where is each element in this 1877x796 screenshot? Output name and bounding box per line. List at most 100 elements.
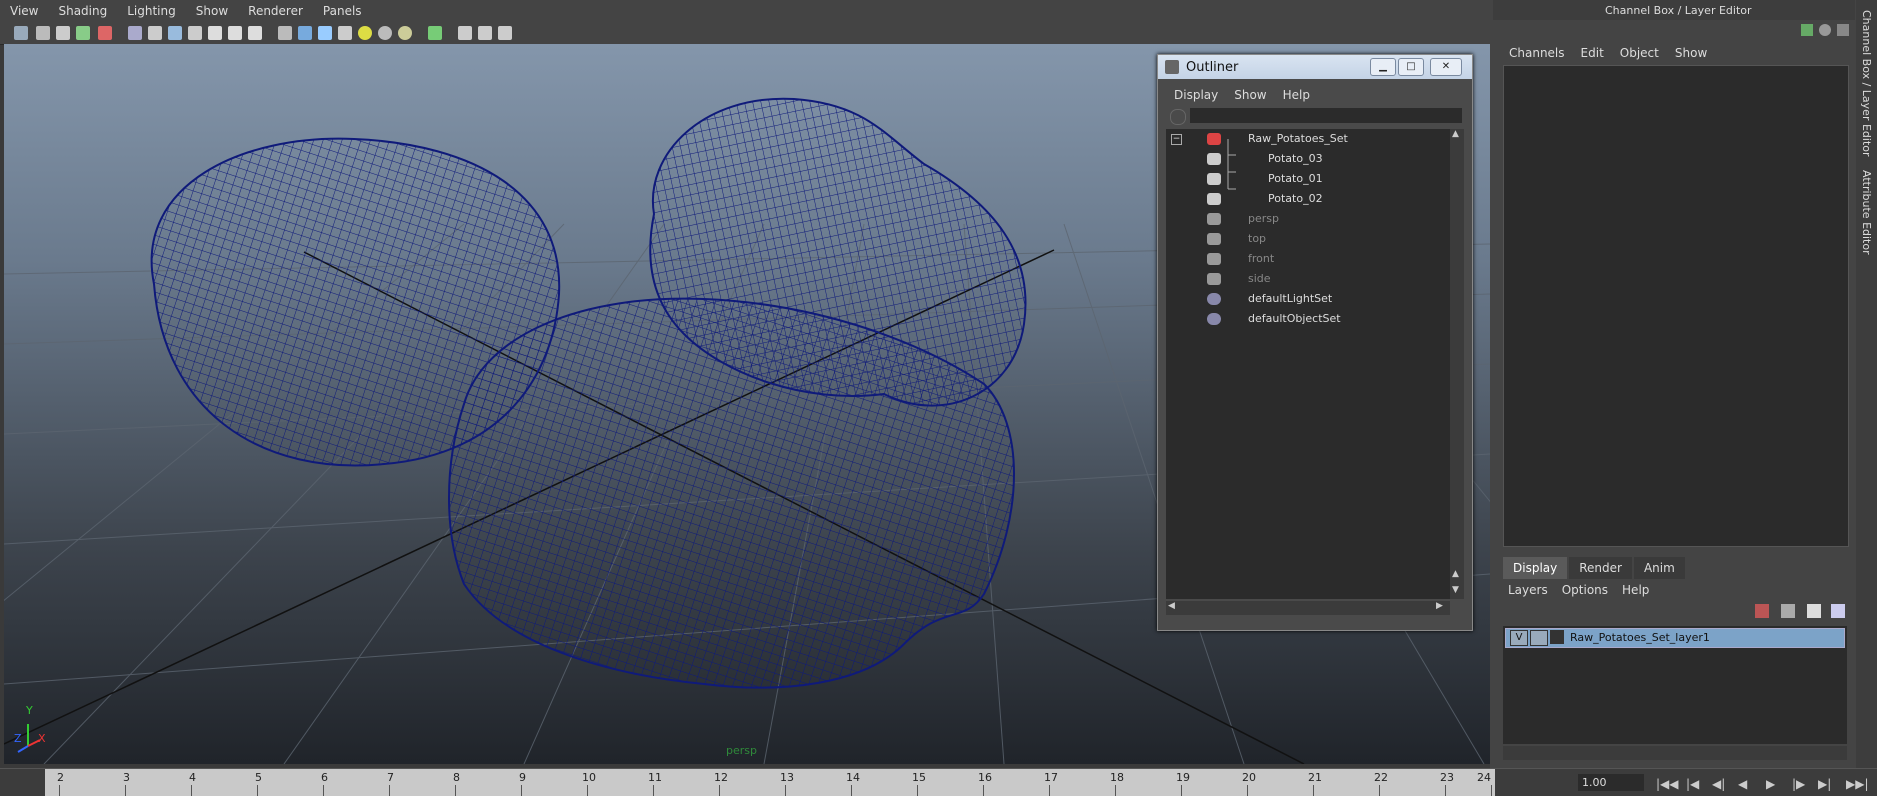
frame-tick: 16 <box>978 771 992 784</box>
frame-tick: 23 <box>1440 771 1454 784</box>
outliner-menu-help[interactable]: Help <box>1275 85 1318 105</box>
film-gate-icon[interactable] <box>148 26 162 40</box>
layer-visibility-toggle[interactable]: V <box>1510 630 1528 646</box>
mesh-icon <box>1207 193 1221 205</box>
safe-action-icon[interactable] <box>228 26 242 40</box>
ambient-occlusion-icon[interactable] <box>398 26 412 40</box>
layer-options-icon[interactable] <box>1831 604 1845 618</box>
step-back-frame-icon[interactable]: ◀| <box>1712 777 1725 791</box>
channel-box-icon[interactable] <box>1801 24 1813 36</box>
maximize-button[interactable]: □ <box>1398 58 1424 76</box>
use-all-lights-icon[interactable] <box>358 26 372 40</box>
two-d-pan-icon[interactable] <box>98 26 112 40</box>
tab-display[interactable]: Display <box>1503 557 1568 579</box>
go-to-end-icon[interactable]: ▶▶| <box>1846 777 1869 791</box>
menu-renderer[interactable]: Renderer <box>238 4 313 18</box>
potato-01-wireframe[interactable] <box>448 297 1015 689</box>
channel-box-panel: Channel Box / Layer Editor Channels Edit… <box>1493 0 1855 768</box>
gate-mask-icon[interactable] <box>188 26 202 40</box>
outliner-menu-show[interactable]: Show <box>1226 85 1274 105</box>
new-layer-icon[interactable] <box>1755 604 1769 618</box>
outliner-filter-input[interactable] <box>1190 108 1462 123</box>
scroll-left-icon[interactable]: ◀ <box>1168 601 1175 611</box>
camera-icon <box>1207 233 1221 245</box>
current-frame-field[interactable]: 1.00 <box>1578 774 1644 791</box>
field-chart-icon[interactable] <box>208 26 222 40</box>
frame-tick: 17 <box>1044 771 1058 784</box>
scroll-up-icon[interactable]: ▲ <box>1452 129 1459 139</box>
outliner-titlebar[interactable]: Outliner ▁ □ ✕ <box>1158 55 1472 79</box>
bookmark-icon[interactable] <box>56 26 70 40</box>
frame-tick: 22 <box>1374 771 1388 784</box>
outliner-app-icon <box>1165 60 1179 74</box>
play-forward-icon[interactable]: ▶ <box>1766 777 1775 791</box>
mesh-icon <box>1207 173 1221 185</box>
axis-z-label: Z <box>14 732 22 745</box>
menu-help[interactable]: Help <box>1615 581 1656 599</box>
attribute-icon[interactable] <box>1819 24 1831 36</box>
menu-view[interactable]: View <box>0 4 48 18</box>
resolution-gate-icon[interactable] <box>168 26 182 40</box>
menu-options[interactable]: Options <box>1555 581 1615 599</box>
search-icon[interactable] <box>1170 109 1186 125</box>
step-forward-key-icon[interactable]: ▶| <box>1818 777 1831 791</box>
xray-icon[interactable] <box>458 26 472 40</box>
tab-anim[interactable]: Anim <box>1633 557 1685 579</box>
camera-icon <box>1207 253 1221 265</box>
go-to-start-icon[interactable]: |◀◀ <box>1656 777 1679 791</box>
side-tab-channel-box[interactable]: Channel Box / Layer Editor <box>1860 10 1873 157</box>
textured-icon[interactable] <box>338 26 352 40</box>
minimize-button[interactable]: ▁ <box>1370 58 1396 76</box>
close-button[interactable]: ✕ <box>1430 58 1462 76</box>
xray-joints-icon[interactable] <box>478 26 492 40</box>
camera-select-icon[interactable] <box>14 26 28 40</box>
menu-object[interactable]: Object <box>1612 44 1667 62</box>
menu-panels[interactable]: Panels <box>313 4 372 18</box>
step-back-key-icon[interactable]: |◀ <box>1686 777 1699 791</box>
outliner-menu-display[interactable]: Display <box>1166 85 1226 105</box>
item-label: side <box>1248 272 1271 285</box>
wireframe-on-shaded-icon[interactable] <box>318 26 332 40</box>
scroll-up-icon-lower[interactable]: ▲ <box>1452 569 1459 579</box>
smooth-shade-icon[interactable] <box>298 26 312 40</box>
layer-type-toggle[interactable] <box>1530 630 1548 646</box>
frame-tick: 12 <box>714 771 728 784</box>
camera-icon <box>1207 273 1221 285</box>
image-plane-icon[interactable] <box>76 26 90 40</box>
tab-render[interactable]: Render <box>1569 557 1632 579</box>
new-layer-from-selected-icon[interactable] <box>1781 604 1795 618</box>
wireframe-icon[interactable] <box>278 26 292 40</box>
menu-shading[interactable]: Shading <box>48 4 117 18</box>
shadows-icon[interactable] <box>378 26 392 40</box>
safe-title-icon[interactable] <box>248 26 262 40</box>
time-slider-track[interactable]: 2 3 4 5 6 7 8 9 10 11 12 13 14 15 16 17 … <box>45 769 1495 796</box>
grid-icon[interactable] <box>128 26 142 40</box>
step-forward-frame-icon[interactable]: |▶ <box>1792 777 1805 791</box>
play-backward-icon[interactable]: ◀ <box>1738 777 1747 791</box>
collapse-toggle-icon[interactable]: − <box>1171 134 1182 145</box>
camera-attributes-icon[interactable] <box>36 26 50 40</box>
layer-color-swatch[interactable] <box>1550 630 1564 644</box>
menu-channels[interactable]: Channels <box>1501 44 1573 62</box>
outliner-vertical-scrollbar[interactable]: ▲ ▲ ▼ <box>1450 129 1464 599</box>
panel-title: Channel Box / Layer Editor <box>1605 4 1752 17</box>
menu-show[interactable]: Show <box>186 4 238 18</box>
xray-components-icon[interactable] <box>498 26 512 40</box>
scroll-down-icon[interactable]: ▼ <box>1452 585 1459 595</box>
add-to-layer-icon[interactable] <box>1807 604 1821 618</box>
frame-tick: 5 <box>255 771 262 784</box>
outliner-horizontal-scrollbar[interactable]: ◀ ▶ <box>1166 601 1450 615</box>
menu-show[interactable]: Show <box>1667 44 1715 62</box>
layer-row[interactable]: V Raw_Potatoes_Set_layer1 <box>1505 628 1845 648</box>
menu-layers[interactable]: Layers <box>1501 581 1555 599</box>
layer-horizontal-scrollbar[interactable] <box>1503 746 1847 760</box>
scroll-right-icon[interactable]: ▶ <box>1436 601 1443 611</box>
item-label: Potato_02 <box>1268 192 1323 205</box>
tool-settings-icon[interactable] <box>1837 24 1849 36</box>
viewport-toolbar <box>0 22 1490 45</box>
channel-list[interactable] <box>1503 65 1849 547</box>
menu-lighting[interactable]: Lighting <box>117 4 186 18</box>
side-tab-attribute-editor[interactable]: Attribute Editor <box>1860 170 1873 255</box>
isolate-select-icon[interactable] <box>428 26 442 40</box>
menu-edit[interactable]: Edit <box>1573 44 1612 62</box>
